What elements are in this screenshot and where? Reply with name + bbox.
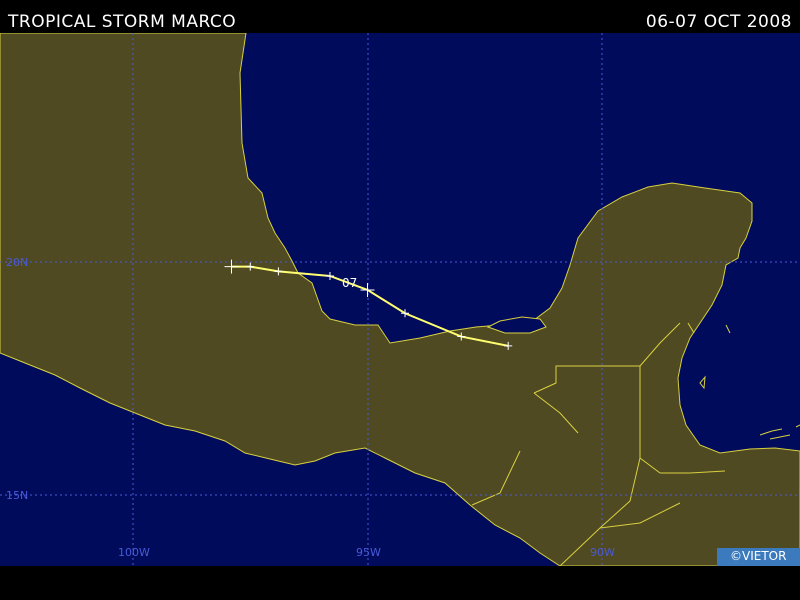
lon-label-100w: 100W xyxy=(118,546,150,559)
credit-text: ©VIETOR xyxy=(730,549,787,563)
lon-label-95w: 95W xyxy=(356,546,381,559)
track-day-label: 07 xyxy=(342,276,357,290)
lat-label-15n: 15N xyxy=(6,489,28,502)
storm-track-map: 20N 15N 100W 95W 90W 07 xyxy=(0,33,800,566)
lon-label-90w: 90W xyxy=(590,546,615,559)
date-range: 06-07 OCT 2008 xyxy=(645,12,792,32)
lat-label-20n: 20N xyxy=(6,256,28,269)
storm-title: TROPICAL STORM MARCO xyxy=(8,12,237,32)
